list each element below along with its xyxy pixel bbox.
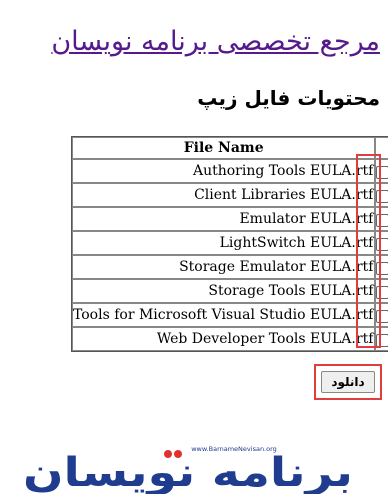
table-row: Storage Tools EULA.rtf [72,279,388,303]
select-cell [375,303,388,327]
section-title: محتویات فایل زیپ [197,86,380,110]
file-checkbox[interactable] [376,189,388,203]
download-button[interactable]: دانلود [321,371,375,393]
file-checkbox[interactable] [376,261,388,275]
table-header-row: File Name [72,137,388,159]
table-row: Web Developer Tools EULA.rtf [72,327,388,351]
select-cell [375,207,388,231]
file-name-cell: Tools for Microsoft Visual Studio EULA.r… [72,303,376,327]
page-title[interactable]: مرجع تخصصی برنامه نویسان [51,26,380,57]
select-cell [375,231,388,255]
logo-wordmark: برنامه نویسان [23,450,353,494]
file-name-cell: Client Libraries EULA.rtf [72,183,376,207]
logo-red-dot [164,450,172,458]
select-cell [375,279,388,303]
file-name-cell: Storage Tools EULA.rtf [72,279,376,303]
file-name-cell: Emulator EULA.rtf [72,207,376,231]
file-checkbox[interactable] [376,285,388,299]
file-name-cell: Web Developer Tools EULA.rtf [72,327,376,351]
table-row: Client Libraries EULA.rtf [72,183,388,207]
file-name-cell: Storage Emulator EULA.rtf [72,255,376,279]
table-row: LightSwitch EULA.rtf [72,231,388,255]
file-checkbox[interactable] [376,309,388,323]
file-checkbox[interactable] [376,333,388,347]
select-cell [375,159,388,183]
barnamenevisan-logo: www.BarnameNevisan.org برنامه نویسان [23,445,353,494]
file-table: File Name Authoring Tools EULA.rtf Clien… [71,136,388,352]
file-checkbox[interactable] [376,237,388,251]
table-row: Emulator EULA.rtf [72,207,388,231]
select-cell [375,183,388,207]
file-name-cell: LightSwitch EULA.rtf [72,231,376,255]
table-row: Tools for Microsoft Visual Studio EULA.r… [72,303,388,327]
select-cell [375,327,388,351]
select-cell [375,255,388,279]
table-row: Storage Emulator EULA.rtf [72,255,388,279]
column-header-select [375,137,388,159]
file-checkbox[interactable] [376,213,388,227]
file-checkbox[interactable] [376,165,388,179]
file-name-cell: Authoring Tools EULA.rtf [72,159,376,183]
table-row: Authoring Tools EULA.rtf [72,159,388,183]
column-header-file-name: File Name [72,137,376,159]
logo-red-dot [174,450,182,458]
